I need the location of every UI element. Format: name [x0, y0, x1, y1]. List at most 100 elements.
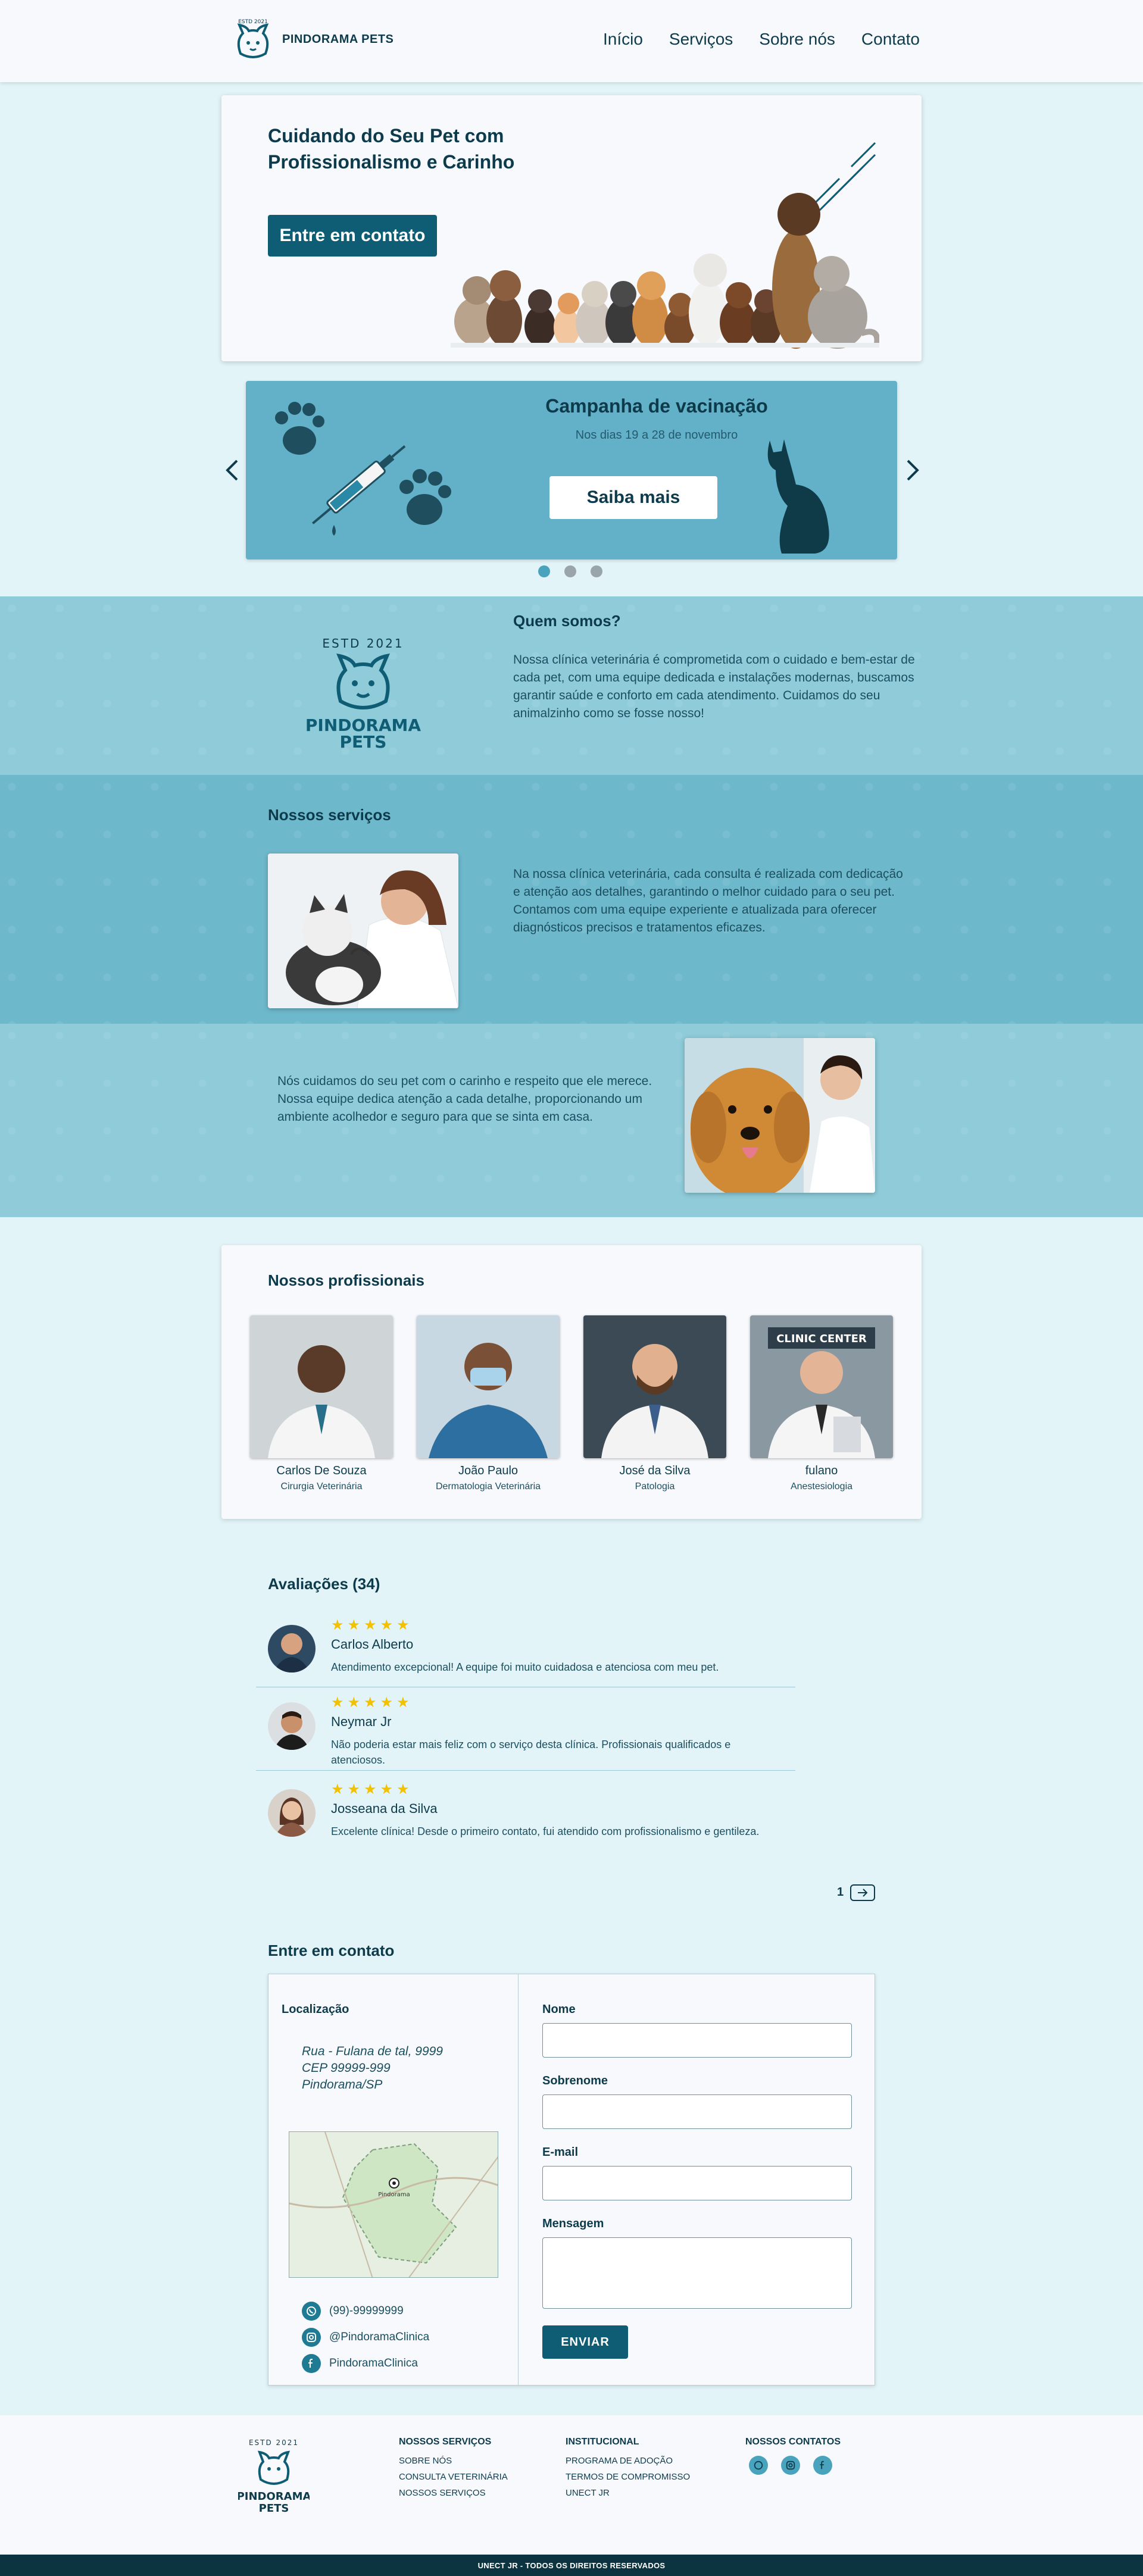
- vet-with-dog-photo: [685, 1038, 875, 1193]
- paw-syringe-illustration: [275, 402, 451, 536]
- reviewer-name: Neymar Jr: [331, 1714, 392, 1729]
- submit-button[interactable]: ENVIAR: [542, 2325, 628, 2359]
- nav-servicos[interactable]: Serviços: [669, 30, 733, 49]
- carousel-dot-3[interactable]: [591, 565, 602, 577]
- chevron-left-icon: [226, 459, 238, 481]
- banner-subtitle: Nos dias 19 a 28 de novembro: [575, 429, 738, 442]
- name-label: Nome: [542, 2003, 576, 2016]
- message-textarea[interactable]: [542, 2237, 852, 2309]
- professional-card-2[interactable]: João Paulo Dermatologia Veterinária: [417, 1315, 560, 1492]
- professional-name: João Paulo: [458, 1464, 519, 1477]
- services-text-2: Nós cuidamos do seu pet com o carinho e …: [277, 1074, 652, 1124]
- contact-divider: [518, 1974, 519, 2385]
- hero-card: Cuidando do Seu Pet com Profissionalismo…: [221, 95, 922, 361]
- campaign-banner: Campanha de vacinação Nos dias 19 a 28 d…: [246, 381, 897, 559]
- contact-card: Localização Rua - Fulana de tal, 9999 CE…: [268, 1974, 875, 2386]
- services-text-1: Na nossa clínica veterinária, cada consu…: [513, 867, 903, 934]
- dog-logo-icon: ESTD 2021: [237, 19, 269, 58]
- professional-role: Anestesiologia: [790, 1481, 853, 1492]
- footer-link[interactable]: CONSULTA VETERINÁRIA: [399, 2472, 508, 2482]
- svg-text:ESTD 2021: ESTD 2021: [322, 636, 404, 651]
- brand-logo-link[interactable]: ESTD 2021 PINDORAMA PETS: [232, 18, 394, 61]
- footer-link[interactable]: NOSSOS SERVIÇOS: [399, 2488, 508, 2498]
- hero-contact-button[interactable]: Entre em contato: [268, 215, 437, 257]
- email-label: E-mail: [542, 2146, 579, 2159]
- site-header: ESTD 2021 PINDORAMA PETS Início Serviços…: [0, 0, 1143, 82]
- location-label: Localização: [282, 2003, 349, 2016]
- rating-stars: ★★★★★: [331, 1695, 413, 1711]
- reviewer-avatar: [268, 1702, 316, 1750]
- location-map[interactable]: Pindorama: [289, 2131, 498, 2278]
- professional-card-3[interactable]: José da Silva Patologia: [583, 1315, 726, 1492]
- banner-title: Campanha de vacinação: [545, 395, 768, 417]
- nav-sobre-nos[interactable]: Sobre nós: [759, 30, 835, 49]
- instagram-icon[interactable]: [781, 2456, 800, 2475]
- review-divider: [256, 1770, 795, 1771]
- facebook-text: PindoramaClinica: [329, 2357, 418, 2369]
- professional-role: Dermatologia Veterinária: [435, 1481, 541, 1492]
- copyright-bar: UNECT JR - TODOS OS DIREITOS RESERVADOS: [0, 2555, 1143, 2576]
- footer-services-column: NOSSOS SERVIÇOS SOBRE NÓS CONSULTA VETER…: [399, 2437, 508, 2504]
- email-input[interactable]: [542, 2166, 852, 2200]
- rating-stars: ★★★★★: [331, 1781, 413, 1797]
- about-title: Quem somos?: [513, 612, 621, 630]
- carousel-prev-button[interactable]: [223, 458, 243, 488]
- footer-heading: NOSSOS SERVIÇOS: [399, 2437, 492, 2447]
- professional-card-4[interactable]: CLINIC CENTER fulano Anestesiologia: [750, 1315, 893, 1492]
- reviewer-name: Josseana da Silva: [331, 1801, 438, 1816]
- svg-text:ESTD 2021: ESTD 2021: [238, 19, 268, 25]
- hero-title: Cuidando do Seu Pet com Profissionalismo…: [268, 125, 515, 173]
- carousel-dot-2[interactable]: [564, 565, 576, 577]
- about-section: ESTD 2021 PINDORAMA PETS Quem somos? Nos…: [0, 596, 1143, 775]
- facebook-icon: [302, 2354, 321, 2373]
- facebook-contact[interactable]: PindoramaClinica: [302, 2354, 418, 2373]
- footer-heading: NOSSOS CONTATOS: [745, 2437, 841, 2447]
- chevron-right-icon: [907, 459, 919, 481]
- carousel-next-button[interactable]: [902, 458, 922, 488]
- contact-title: Entre em contato: [268, 1942, 395, 1959]
- reviews-page-number: 1: [837, 1886, 844, 1899]
- nav-contato[interactable]: Contato: [861, 30, 920, 49]
- phone-text: (99)-99999999: [329, 2305, 404, 2317]
- brand-name: PINDORAMA PETS: [282, 32, 394, 46]
- professional-card-1[interactable]: Carlos De Souza Cirurgia Veterinária: [250, 1315, 393, 1492]
- pets-group-image: [451, 193, 879, 349]
- address-line: CEP 99999-999: [302, 2061, 391, 2075]
- nav-inicio[interactable]: Início: [603, 30, 643, 49]
- professional-name: fulano: [805, 1464, 838, 1477]
- care-section: Nós cuidamos do seu pet com o carinho e …: [0, 1024, 1143, 1217]
- site-footer: ESTD 2021 PINDORAMA PETS NOSSOS SERVIÇOS…: [0, 2415, 1143, 2555]
- professional-photo: [250, 1315, 393, 1458]
- name-input[interactable]: [542, 2023, 852, 2058]
- carousel-dot-1[interactable]: [538, 565, 550, 577]
- reviewer-avatar: [268, 1625, 316, 1672]
- review-text: Não poderia estar mais feliz com o servi…: [331, 1739, 731, 1766]
- review-text: Atendimento excepcional! A equipe foi mu…: [331, 1661, 719, 1673]
- facebook-icon[interactable]: [813, 2456, 832, 2475]
- footer-link[interactable]: SOBRE NÓS: [399, 2456, 508, 2466]
- review-item: ★★★★★ Carlos Alberto Atendimento excepci…: [256, 1617, 795, 1682]
- clinic-logo-large: ESTD 2021 PINDORAMA PETS: [305, 636, 421, 750]
- arrow-right-icon: [858, 1889, 868, 1897]
- whatsapp-icon[interactable]: [749, 2456, 768, 2475]
- phone-contact[interactable]: (99)-99999999: [302, 2302, 404, 2321]
- reviews-title: Avaliações (34): [268, 1575, 380, 1593]
- main-nav: Início Serviços Sobre nós Contato: [603, 30, 920, 49]
- footer-institutional-column: INSTITUCIONAL PROGRAMA DE ADOÇÃO TERMOS …: [566, 2437, 690, 2504]
- reviews-next-page-button[interactable]: [850, 1884, 875, 1901]
- footer-link[interactable]: PROGRAMA DE ADOÇÃO: [566, 2456, 690, 2466]
- professional-role: Cirurgia Veterinária: [280, 1481, 363, 1492]
- surname-input[interactable]: [542, 2094, 852, 2129]
- instagram-contact[interactable]: @PindoramaClinica: [302, 2328, 429, 2347]
- footer-link[interactable]: UNECT JR: [566, 2488, 690, 2498]
- surname-label: Sobrenome: [542, 2074, 608, 2087]
- svg-text:ESTD 2021: ESTD 2021: [249, 2439, 299, 2447]
- professional-name: José da Silva: [619, 1464, 691, 1477]
- about-text: Nossa clínica veterinária é comprometida…: [513, 653, 915, 720]
- map-label: Pindorama: [378, 2192, 410, 2198]
- professionals-card: Nossos profissionais Carlos De Souza Cir…: [221, 1245, 922, 1519]
- footer-logo-line2: PETS: [259, 2502, 289, 2514]
- footer-link[interactable]: TERMOS DE COMPROMISSO: [566, 2472, 690, 2482]
- banner-more-button[interactable]: Saiba mais: [549, 476, 717, 519]
- professionals-title: Nossos profissionais: [268, 1271, 424, 1289]
